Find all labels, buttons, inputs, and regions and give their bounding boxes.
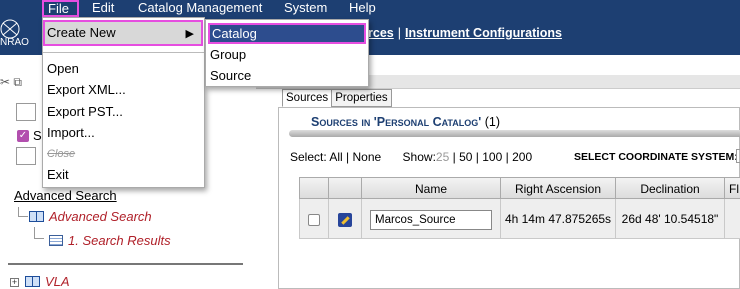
menu-item-group[interactable]: Group	[210, 47, 246, 62]
menu-file[interactable]: File	[42, 0, 79, 17]
select-all-link[interactable]: All	[329, 150, 342, 164]
table-row-dec-cell: 26d 48' 10.54518"	[616, 199, 725, 239]
filter-checkbox-label: S	[33, 128, 42, 144]
menu-item-exit[interactable]: Exit	[47, 167, 69, 182]
table-header-ra[interactable]: Right Ascension	[501, 177, 616, 199]
select-label: Select:	[290, 150, 327, 164]
show-50-link[interactable]: 50	[459, 150, 472, 164]
filter-checkbox[interactable]: ✓	[17, 129, 29, 142]
menu-item-import[interactable]: Import...	[47, 125, 95, 140]
menu-edit[interactable]: Edit	[88, 0, 118, 17]
sources-link[interactable]: rces	[368, 26, 394, 40]
show-25-link[interactable]: 25	[436, 150, 449, 164]
copy-icon[interactable]: ⧉	[13, 75, 22, 89]
table-header-edit	[329, 177, 362, 199]
right-pane: Sources Properties Sources in 'Personal C…	[256, 55, 740, 289]
show-label: Show:	[402, 150, 436, 164]
edit-pencil-icon[interactable]	[338, 212, 352, 227]
menu-help[interactable]: Help	[345, 0, 380, 17]
submenu-arrow-icon: ▶	[185, 28, 194, 40]
menu-item-export-pst[interactable]: Export PST...	[47, 104, 123, 119]
instrument-configurations-link[interactable]: Instrument Configurations	[405, 26, 562, 40]
advanced-search-title[interactable]: Advanced Search	[14, 188, 117, 203]
menu-catalog-management[interactable]: Catalog Management	[134, 0, 266, 17]
tree-item-label: VLA	[45, 274, 70, 289]
tree-item-vla[interactable]: + VLA	[10, 274, 70, 289]
tab-sources[interactable]: Sources	[282, 89, 333, 107]
filter-input[interactable]	[16, 103, 36, 121]
header-separator: |	[397, 26, 401, 40]
menu-item-export-xml[interactable]: Export XML...	[47, 82, 126, 97]
coordinate-system-select[interactable]	[736, 149, 740, 163]
create-new-submenu: Catalog Group Source	[205, 19, 369, 87]
menu-item-source[interactable]: Source	[210, 68, 251, 83]
header-links: rces | Instrument Configurations	[368, 26, 562, 40]
menu-bar: File Edit Catalog Management System Help	[0, 0, 740, 17]
divider	[8, 263, 243, 265]
table-header-name[interactable]: Name	[362, 177, 501, 199]
table-row-flux-cell	[725, 199, 740, 239]
scissors-icon[interactable]: ✂	[0, 75, 10, 89]
show-100-link[interactable]: 100	[482, 150, 502, 164]
tree-item-search-results[interactable]: 1. Search Results	[49, 233, 171, 248]
select-none-link[interactable]: None	[353, 150, 382, 164]
table-row-checkbox-cell	[299, 199, 329, 239]
left-toolbar: ✂ ⧉	[0, 75, 22, 90]
select-separator: |	[346, 150, 350, 164]
show-200-link[interactable]: 200	[512, 150, 532, 164]
tab-properties[interactable]: Properties	[331, 89, 392, 107]
table-row-name-cell: Marcos_Source	[362, 199, 501, 239]
sources-heading-text: Sources in 'Personal Catalog'	[311, 115, 482, 129]
filter-input-2[interactable]	[16, 147, 36, 165]
file-menu: Create New ▶ Open Export XML... Export PS…	[42, 17, 205, 188]
sources-count: (1)	[484, 115, 500, 129]
panel-scrollbar[interactable]	[289, 130, 740, 137]
table-header-dec[interactable]: Declination	[616, 177, 725, 199]
source-name-input[interactable]: Marcos_Source	[370, 209, 492, 230]
expand-icon[interactable]: +	[10, 278, 19, 287]
tree-connector	[34, 227, 44, 239]
menu-item-catalog[interactable]: Catalog	[208, 23, 366, 44]
row-checkbox[interactable]	[308, 213, 320, 226]
table-row-edit-cell	[329, 199, 362, 239]
tree-item-label: 1. Search Results	[68, 233, 171, 248]
coordinate-system-label: SELECT COORDINATE SYSTEM:	[574, 151, 738, 163]
tree-connector	[18, 207, 28, 217]
book-icon	[29, 211, 44, 222]
table-header-select	[299, 177, 329, 199]
nrao-logo: NRAO	[0, 17, 42, 55]
menu-item-create-new[interactable]: Create New ▶	[43, 20, 203, 46]
table-row-ra-cell: 4h 14m 47.875265s	[501, 199, 616, 239]
selection-controls: Select: All | None Show:25 | 50 | 100 | …	[290, 150, 533, 164]
book-icon	[25, 276, 40, 287]
logo-text: NRAO	[0, 37, 29, 48]
menu-item-open[interactable]: Open	[47, 61, 79, 76]
filter-checkbox-row: ✓ S	[17, 127, 42, 143]
menu-item-close: Close	[47, 148, 76, 160]
tab-bar: Sources Properties	[282, 89, 392, 107]
menu-item-label: Create New	[47, 25, 116, 40]
menu-system[interactable]: System	[280, 0, 331, 17]
sources-heading: Sources in 'Personal Catalog' (1)	[311, 115, 500, 129]
nrao-logo-icon	[0, 19, 20, 39]
tree-item-advanced-search[interactable]: Advanced Search	[29, 209, 152, 224]
tree-item-label: Advanced Search	[49, 209, 152, 224]
list-icon	[49, 235, 63, 246]
menu-separator	[43, 52, 204, 53]
table-header-flux[interactable]: Fl	[725, 177, 740, 199]
